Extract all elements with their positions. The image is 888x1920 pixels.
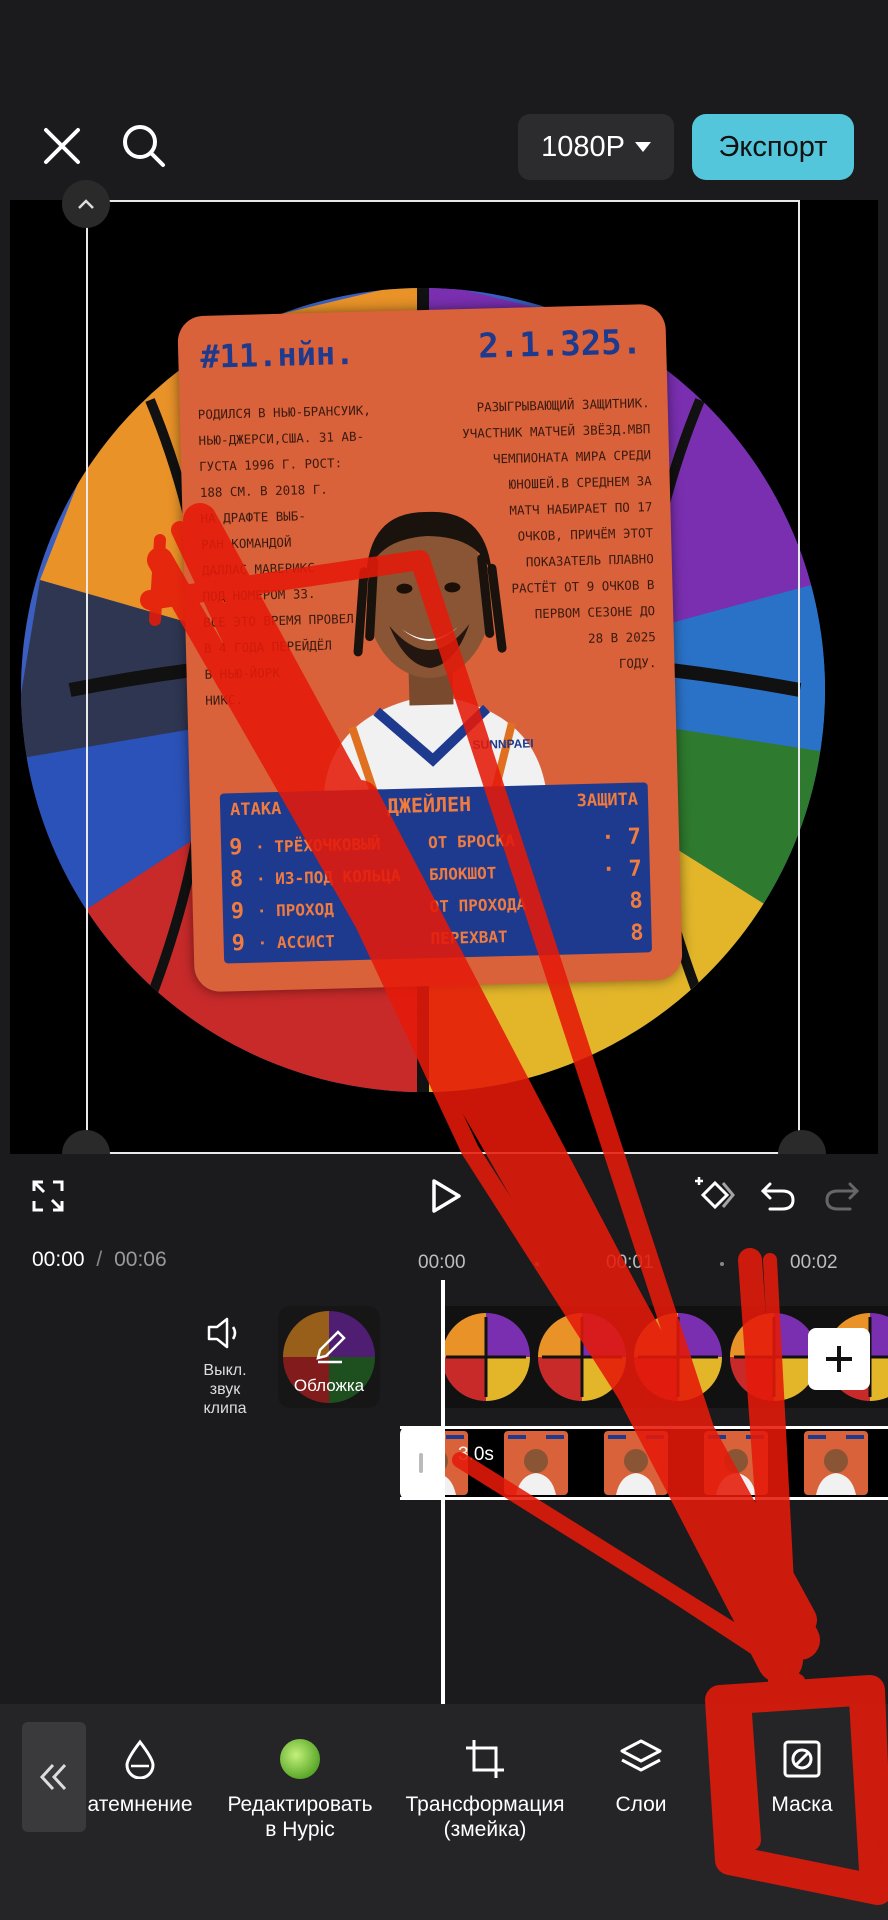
redo-icon	[825, 1182, 860, 1211]
double-chevron-left-icon	[39, 1763, 67, 1791]
play-button[interactable]	[424, 1174, 468, 1218]
current-time: 00:00	[32, 1248, 85, 1271]
clip-trim-handle[interactable]	[400, 1426, 442, 1500]
export-button[interactable]: Экспорт	[692, 114, 854, 180]
search-button[interactable]	[118, 120, 170, 172]
speaker-icon	[207, 1317, 237, 1349]
ruler-label-2: 00:02	[790, 1252, 838, 1273]
collapse-toolbar-button[interactable]	[22, 1722, 86, 1832]
toolbar-item-mask[interactable]: Маска	[752, 1730, 852, 1817]
close-icon	[44, 128, 80, 164]
total-time: 00:06	[114, 1248, 167, 1271]
clip-duration: 3.0s	[458, 1444, 494, 1465]
drop-icon	[125, 1739, 155, 1779]
hypic-icon	[280, 1739, 320, 1779]
mask-icon	[783, 1740, 821, 1778]
frame-handle-top[interactable]	[62, 180, 110, 228]
keyframe-icon	[695, 1177, 735, 1210]
fullscreen-button[interactable]	[28, 1176, 68, 1216]
cover-label: Обложка	[293, 1376, 365, 1395]
selection-frame	[86, 200, 800, 1154]
mute-clip-button[interactable]: Выкл. звук клипа	[190, 1316, 260, 1418]
play-icon	[432, 1179, 461, 1213]
toolbar-label: Маска	[771, 1793, 833, 1816]
time-separator: /	[96, 1248, 103, 1271]
toolbar-label: Трансформация (змейка)	[405, 1793, 565, 1841]
toolbar-item-transform[interactable]: Трансформация (змейка)	[396, 1730, 574, 1842]
search-icon	[123, 125, 165, 167]
crop-icon	[466, 1740, 504, 1778]
fullscreen-icon	[32, 1180, 64, 1212]
toolbar-item-edit-hypic[interactable]: Редактировать в Hypic	[218, 1730, 382, 1842]
ruler-dot	[720, 1262, 724, 1266]
keyframe-button[interactable]	[692, 1172, 738, 1218]
export-label: Экспорт	[718, 130, 828, 163]
playhead[interactable]	[441, 1280, 445, 1704]
time-display: 00:00 / 00:06	[32, 1248, 167, 1272]
undo-icon	[760, 1182, 795, 1211]
mute-clip-label: Выкл. звук клипа	[203, 1362, 247, 1417]
undo-button[interactable]	[756, 1174, 800, 1218]
ruler-dot	[535, 1262, 539, 1266]
redo-button[interactable]	[820, 1174, 864, 1218]
close-button[interactable]	[38, 122, 86, 170]
toolbar-item-darken[interactable]: атемнение	[78, 1730, 202, 1817]
toolbar-label: Редактировать в Hypic	[227, 1793, 373, 1841]
layers-icon	[620, 1739, 662, 1772]
toolbar-label: Слои	[615, 1793, 667, 1816]
toolbar-label: атемнение	[87, 1793, 193, 1816]
ruler-label-0: 00:00	[418, 1252, 466, 1273]
resolution-selector[interactable]: 1080P	[518, 114, 674, 180]
plus-icon	[826, 1346, 852, 1372]
cover-button[interactable]: Обложка	[278, 1306, 380, 1408]
add-clip-button[interactable]	[808, 1328, 870, 1390]
resolution-label: 1080P	[541, 130, 625, 163]
caret-down-icon	[634, 142, 651, 152]
ruler-label-1: 00:01	[606, 1252, 654, 1273]
chevron-up-icon	[78, 199, 94, 209]
toolbar-item-layers[interactable]: Слои	[590, 1730, 692, 1817]
